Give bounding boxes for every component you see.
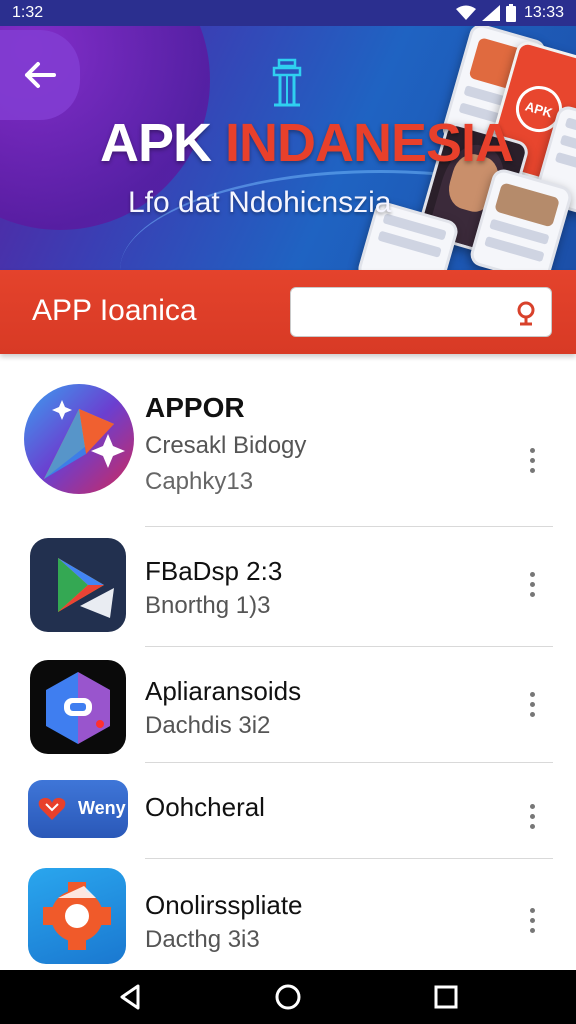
app-title: FBaDsp 2:3 (145, 556, 283, 586)
heart-badge-icon (38, 797, 66, 820)
back-button[interactable] (0, 30, 80, 120)
app-icon (24, 384, 134, 494)
banner-subtitle: Lfo dat Ndohicnszia (128, 186, 392, 219)
search-icon (517, 301, 535, 326)
divider (145, 646, 553, 647)
app-title: Onolirsspliate (145, 890, 303, 920)
status-clock: 13:33 (523, 4, 564, 21)
divider (145, 526, 553, 527)
search-input[interactable] (291, 288, 501, 336)
more-options-button[interactable] (518, 796, 546, 836)
app-title: Oohcheral (145, 792, 265, 822)
header-banner: APK APK INDANESIA Lfo dat Ndohicnszia (0, 0, 576, 270)
app-bar: APP Ioanica (0, 270, 576, 354)
more-options-button[interactable] (518, 900, 546, 940)
app-version: Caphky13 (145, 468, 254, 495)
app-title: APPOR (145, 392, 245, 423)
wifi-icon (455, 5, 476, 20)
signal-icon (481, 5, 500, 21)
banner-title: APK INDANESIA (100, 112, 514, 174)
navigation-bar (0, 970, 576, 1024)
arrow-left-icon (25, 62, 56, 88)
triangle-back-icon[interactable] (116, 982, 146, 1012)
app-subtitle: Bnorthg 1)3 (145, 592, 271, 619)
more-options-button[interactable] (518, 440, 546, 480)
monument-logo-icon (272, 58, 302, 107)
app-icon (28, 868, 126, 964)
list-item[interactable]: Weny Oohcheral (0, 764, 576, 860)
banner-title-part1: APK (100, 113, 226, 173)
app-icon-label: Weny (78, 798, 126, 818)
app-subtitle: Dacthg 3i3 (145, 926, 260, 953)
search-box (290, 287, 552, 337)
app-icon: Weny (28, 780, 128, 838)
status-time: 1:32 (12, 4, 44, 21)
app-bar-title: APP Ioanica (32, 294, 197, 327)
list-item[interactable]: FBaDsp 2:3 Bnorthg 1)3 (0, 528, 576, 648)
app-subtitle: Dachdis 3i2 (145, 712, 271, 739)
more-options-button[interactable] (518, 684, 546, 724)
list-item[interactable]: Apliaransoids Dachdis 3i2 (0, 648, 576, 764)
circle-home-icon[interactable] (273, 982, 303, 1012)
sparkle-play-icon (44, 400, 125, 479)
divider (145, 858, 553, 859)
gear-app-icon (43, 882, 111, 950)
search-button[interactable] (511, 298, 541, 328)
more-options-button[interactable] (518, 564, 546, 604)
banner-title-part2: INDANESIA (225, 113, 514, 173)
app-title: Apliaransoids (145, 676, 302, 706)
battery-icon (505, 4, 516, 22)
app-subtitle: Cresakl Bidogy (145, 432, 307, 459)
list-item[interactable]: Onolirsspliate Dacthg 3i3 (0, 860, 576, 970)
status-bar: 1:32 13:33 (0, 0, 576, 26)
list-item[interactable]: APPOR Cresakl Bidogy Caphky13 (0, 354, 576, 528)
app-icon (30, 538, 126, 632)
square-recents-icon[interactable] (431, 982, 461, 1012)
app-icon (30, 660, 126, 754)
play-store-icon (58, 558, 114, 618)
hexagon-app-icon (46, 672, 110, 744)
divider (145, 762, 553, 763)
